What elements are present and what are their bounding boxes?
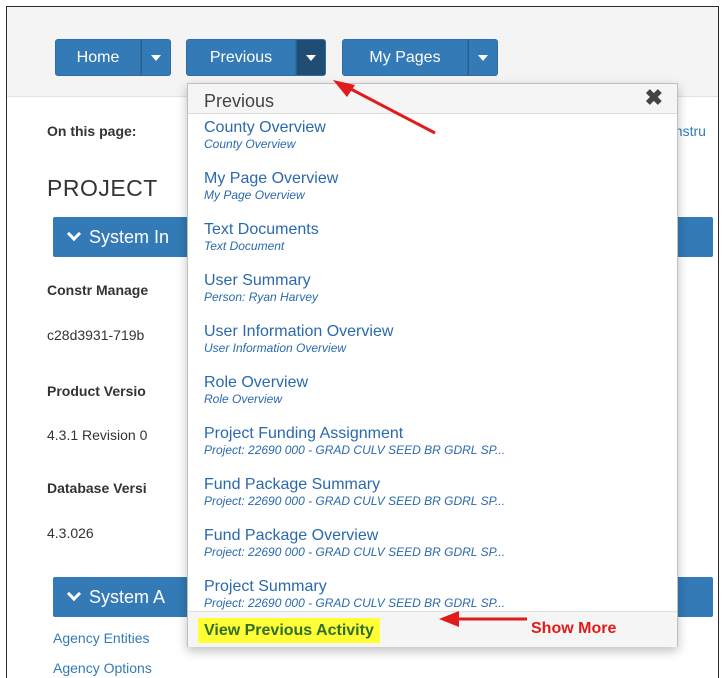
item-subtitle: County Overview (204, 137, 296, 151)
item-title: User Information Overview (204, 323, 394, 340)
list-item[interactable]: Role Overview Role Overview (204, 371, 674, 422)
list-item[interactable]: Fund Package Overview Project: 22690 000… (204, 524, 674, 575)
list-item[interactable]: My Page Overview My Page Overview (204, 167, 674, 218)
field-label: Constr Manage (47, 282, 149, 298)
show-more-annotation: Show More (531, 620, 617, 637)
item-subtitle: Role Overview (204, 392, 283, 406)
item-title: Fund Package Summary (204, 476, 381, 493)
item-title: Role Overview (204, 374, 309, 391)
list-item[interactable]: User Information Overview User Informati… (204, 320, 674, 371)
item-subtitle: Person: Ryan Harvey (204, 290, 319, 304)
dropdown-title: Previous (204, 91, 275, 111)
caret-down-icon (478, 54, 488, 61)
item-title: My Page Overview (204, 170, 339, 187)
item-title: County Overview (204, 119, 326, 136)
previous-dropdown-toggle[interactable] (296, 39, 326, 76)
caret-down-icon (151, 54, 161, 61)
item-subtitle: Project: 22690 000 - GRAD CULV SEED BR G… (204, 494, 506, 508)
item-title: Project Funding Assignment (204, 425, 404, 442)
dropdown-header: Previous ✖ (188, 84, 677, 114)
item-subtitle: Project: 22690 000 - GRAD CULV SEED BR G… (204, 596, 506, 610)
agency-options-link[interactable]: Agency Options (53, 660, 152, 676)
item-title: Text Documents (204, 221, 319, 238)
item-subtitle: Project: 22690 000 - GRAD CULV SEED BR G… (204, 443, 506, 457)
item-subtitle: My Page Overview (204, 188, 305, 202)
item-subtitle: Project: 22690 000 - GRAD CULV SEED BR G… (204, 545, 506, 559)
my-pages-dropdown-toggle[interactable] (468, 39, 498, 76)
on-this-page-label: On this page: (47, 123, 137, 139)
page-title: PROJECT (47, 175, 158, 201)
field-value: 4.3.026 (47, 525, 94, 541)
my-pages-button[interactable]: My Pages (342, 39, 468, 76)
dropdown-footer: View Previous Activity Show More (188, 611, 677, 647)
previous-dropdown-menu: Previous ✖ County Overview County Overvi… (187, 83, 678, 647)
list-item[interactable]: Text Documents Text Document (204, 218, 674, 269)
list-item[interactable]: Project Funding Assignment Project: 2269… (204, 422, 674, 473)
previous-button-group: Previous (186, 39, 326, 76)
list-item[interactable]: User Summary Person: Ryan Harvey (204, 269, 674, 320)
item-subtitle: User Information Overview (204, 341, 347, 355)
previous-button[interactable]: Previous (186, 39, 296, 76)
close-icon[interactable]: ✖ (645, 87, 663, 109)
item-title: User Summary (204, 272, 311, 289)
field-value: c28d3931-719b (47, 327, 145, 343)
list-item[interactable]: County Overview County Overview (204, 116, 674, 167)
field-label: Database Versi (47, 480, 147, 496)
mypages-button-group: My Pages (342, 39, 498, 76)
item-title: Project Summary (204, 578, 327, 595)
caret-down-icon (306, 54, 316, 61)
section-title: System In (89, 226, 170, 247)
chevron-down-icon (66, 226, 82, 242)
view-previous-activity-link[interactable]: View Previous Activity (198, 618, 380, 643)
home-button-group: Home (55, 39, 171, 76)
agency-entities-link[interactable]: Agency Entities (53, 630, 150, 646)
home-button[interactable]: Home (55, 39, 141, 76)
home-dropdown-toggle[interactable] (141, 39, 171, 76)
item-subtitle: Text Document (204, 239, 285, 253)
chevron-down-icon (66, 586, 82, 602)
section-title: System A (89, 586, 166, 607)
list-item[interactable]: Fund Package Summary Project: 22690 000 … (204, 473, 674, 524)
field-label: Product Versio (47, 383, 146, 399)
app-frame: Home Previous My Pages On this page: ons… (6, 6, 719, 678)
item-title: Fund Package Overview (204, 527, 379, 544)
field-value: 4.3.1 Revision 0 (47, 427, 148, 443)
previous-list: County Overview County Overview My Page … (204, 116, 674, 626)
